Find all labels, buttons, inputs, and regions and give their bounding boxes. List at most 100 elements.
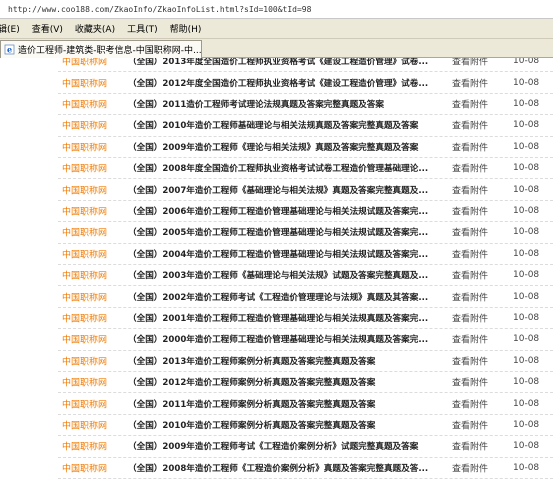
source-link[interactable]: 中国职称网	[62, 354, 124, 367]
address-bar[interactable]: http://www.coo188.com/ZkaoInfo/ZkaoInfoL…	[0, 0, 553, 19]
view-attachment-link[interactable]: 查看附件	[452, 76, 502, 89]
menu-view[interactable]: 查看(V)	[26, 22, 69, 35]
source-link[interactable]: 中国职称网	[62, 397, 124, 410]
item-title-link[interactable]: （全国）2004年造价工程师工程造价管理基础理论与相关法规试题及答案完...	[128, 248, 434, 260]
view-attachment-link[interactable]: 查看附件	[452, 418, 502, 431]
item-date: 10-08	[513, 98, 540, 109]
view-attachment-link[interactable]: 查看附件	[452, 290, 502, 303]
source-link[interactable]: 中国职称网	[62, 269, 124, 282]
source-link[interactable]: 中国职称网	[62, 226, 124, 239]
item-title-link[interactable]: （全国）2007年造价工程师《基础理论与相关法规》真题及答案完整真题及...	[128, 184, 434, 196]
list-item: 中国职称网 （全国）2011年造价工程师案例分析真题及答案完整真题及答案 查看附件 1…	[58, 393, 553, 415]
list-item: 中国职称网 （全国）2013年造价工程师案例分析真题及答案完整真题及答案 查看附件 1…	[58, 351, 553, 372]
source-link[interactable]: 中国职称网	[62, 58, 124, 68]
item-date: 10-08	[513, 419, 540, 430]
list-item: 中国职称网 （全国）2010年造价工程师案例分析真题及答案完整真题及答案 查看附件 1…	[58, 415, 553, 437]
item-date: 10-08	[513, 205, 540, 216]
list-item: 中国职称网 （全国）2011造价工程师考试理论法规真题及答案完整真题及答案 查看附件…	[58, 94, 553, 116]
item-date: 10-08	[513, 120, 540, 131]
source-link[interactable]: 中国职称网	[62, 76, 124, 89]
item-title-link[interactable]: （全国）2006年造价工程师工程造价管理基础理论与相关法规试题及答案完...	[128, 205, 434, 217]
source-link[interactable]: 中国职称网	[62, 247, 124, 260]
view-attachment-link[interactable]: 查看附件	[452, 119, 502, 132]
source-link[interactable]: 中国职称网	[62, 418, 124, 431]
list-item: 中国职称网 （全国）2010年造价工程师基础理论与相关法规真题及答案完整真题及答案…	[58, 115, 553, 137]
view-attachment-link[interactable]: 查看附件	[452, 204, 502, 217]
item-title-link[interactable]: （全国）2012年造价工程师案例分析真题及答案完整真题及答案	[128, 376, 434, 388]
item-title-link[interactable]: （全国）2011造价工程师考试理论法规真题及答案完整真题及答案	[128, 98, 434, 110]
item-title-link[interactable]: （全国）2005年造价工程师工程造价管理基础理论与相关法规试题及答案完...	[128, 226, 434, 238]
source-link[interactable]: 中国职称网	[62, 204, 124, 217]
view-attachment-link[interactable]: 查看附件	[452, 269, 502, 282]
item-title-link[interactable]: （全国）2013年造价工程师案例分析真题及答案完整真题及答案	[128, 355, 434, 367]
item-title-link[interactable]: （全国）2001年造价工程师工程造价管理基础理论与相关法规真题及答案完...	[128, 312, 434, 324]
item-date: 10-08	[513, 462, 540, 473]
source-link[interactable]: 中国职称网	[62, 97, 124, 110]
view-attachment-link[interactable]: 查看附件	[452, 140, 502, 153]
menu-bar: 辑(E) 查看(V) 收藏夹(A) 工具(T) 帮助(H)	[0, 19, 553, 39]
svg-text:e: e	[7, 45, 12, 55]
view-attachment-link[interactable]: 查看附件	[452, 461, 502, 474]
item-date: 10-08	[513, 163, 540, 174]
view-attachment-link[interactable]: 查看附件	[452, 247, 502, 260]
item-title-link[interactable]: （全国）2012年度全国造价工程师执业资格考试《建设工程造价管理》试卷...	[128, 77, 434, 89]
item-title-link[interactable]: （全国）2010年造价工程师案例分析真题及答案完整真题及答案	[128, 419, 434, 431]
list-item: 中国职称网 （全国）2000年造价工程师工程造价管理基础理论与相关法规真题及答案完…	[58, 329, 553, 351]
list-item: 中国职称网 （全国）2008年造价工程师《工程造价案例分析》真题及答案完整真题及答…	[58, 458, 553, 479]
item-title-link[interactable]: （全国）2008年造价工程师《工程造价案例分析》真题及答案完整真题及答...	[128, 462, 434, 474]
source-link[interactable]: 中国职称网	[62, 290, 124, 303]
source-link[interactable]: 中国职称网	[62, 376, 124, 389]
list-item: 中国职称网 （全国）2007年造价工程师《基础理论与相关法规》真题及答案完整真题及…	[58, 179, 553, 201]
item-title-link[interactable]: （全国）2009年造价工程师考试《工程造价案例分析》试题完整真题及答案	[128, 440, 434, 452]
item-date: 10-08	[513, 398, 540, 409]
source-link[interactable]: 中国职称网	[62, 333, 124, 346]
item-title-link[interactable]: （全国）2009年造价工程师《理论与相关法规》真题及答案完整真题及答案	[128, 141, 434, 153]
source-link[interactable]: 中国职称网	[62, 183, 124, 196]
item-date: 10-08	[513, 141, 540, 152]
view-attachment-link[interactable]: 查看附件	[452, 183, 502, 196]
ie-page-icon: e	[4, 45, 15, 55]
list-item: 中国职称网 （全国）2002年造价工程师考试《工程造价管理理论与法规》真题及其答案…	[58, 286, 553, 308]
source-link[interactable]: 中国职称网	[62, 311, 124, 324]
item-title-link[interactable]: （全国）2011年造价工程师案例分析真题及答案完整真题及答案	[128, 398, 434, 410]
list-item: 中国职称网 （全国）2013年度全国造价工程师执业资格考试《建设工程造价管理》试卷…	[58, 58, 553, 73]
menu-favorites[interactable]: 收藏夹(A)	[69, 22, 121, 35]
item-title-link[interactable]: （全国）2010年造价工程师基础理论与相关法规真题及答案完整真题及答案	[128, 119, 434, 131]
view-attachment-link[interactable]: 查看附件	[452, 97, 502, 110]
view-attachment-link[interactable]: 查看附件	[452, 311, 502, 324]
list-item: 中国职称网 （全国）2005年造价工程师工程造价管理基础理论与相关法规试题及答案完…	[58, 222, 553, 244]
item-title-link[interactable]: （全国）2002年造价工程师考试《工程造价管理理论与法规》真题及其答案...	[128, 291, 434, 303]
source-link[interactable]: 中国职称网	[62, 440, 124, 453]
item-date: 10-08	[513, 184, 540, 195]
item-title-link[interactable]: （全国）2003年造价工程师《基础理论与相关法规》试题及答案完整真题及...	[128, 269, 434, 281]
item-title-link[interactable]: （全国）2013年度全国造价工程师执业资格考试《建设工程造价管理》试卷...	[128, 58, 434, 67]
view-attachment-link[interactable]: 查看附件	[452, 354, 502, 367]
view-attachment-link[interactable]: 查看附件	[452, 58, 502, 68]
view-attachment-link[interactable]: 查看附件	[452, 397, 502, 410]
item-date: 10-08	[513, 77, 540, 88]
view-attachment-link[interactable]: 查看附件	[452, 440, 502, 453]
view-attachment-link[interactable]: 查看附件	[452, 376, 502, 389]
source-link[interactable]: 中国职称网	[62, 140, 124, 153]
menu-edit[interactable]: 辑(E)	[0, 22, 26, 35]
item-date: 10-08	[513, 270, 540, 281]
view-attachment-link[interactable]: 查看附件	[452, 226, 502, 239]
menu-help[interactable]: 帮助(H)	[164, 22, 208, 35]
item-date: 10-08	[513, 227, 540, 238]
list-item: 中国职称网 （全国）2009年造价工程师考试《工程造价案例分析》试题完整真题及答案…	[58, 436, 553, 458]
menu-tools[interactable]: 工具(T)	[121, 22, 164, 35]
view-attachment-link[interactable]: 查看附件	[452, 333, 502, 346]
list-item: 中国职称网 （全国）2001年造价工程师工程造价管理基础理论与相关法规真题及答案完…	[58, 308, 553, 330]
item-date: 10-08	[513, 441, 540, 452]
source-link[interactable]: 中国职称网	[62, 461, 124, 474]
view-attachment-link[interactable]: 查看附件	[452, 162, 502, 175]
item-date: 10-08	[513, 58, 540, 67]
tab-title: 造价工程师-建筑类-职考信息-中国职称网-中...	[18, 46, 201, 56]
item-date: 10-08	[513, 248, 540, 259]
source-link[interactable]: 中国职称网	[62, 119, 124, 132]
address-url[interactable]: http://www.coo188.com/ZkaoInfo/ZkaoInfoL…	[8, 5, 311, 14]
item-title-link[interactable]: （全国）2000年造价工程师工程造价管理基础理论与相关法规真题及答案完...	[128, 333, 434, 345]
item-title-link[interactable]: （全国）2008年度全国造价工程师执业资格考试试卷工程造价管理基础理论...	[128, 162, 434, 174]
tab-current-page[interactable]: e 造价工程师-建筑类-职考信息-中国职称网-中...	[0, 40, 202, 58]
source-link[interactable]: 中国职称网	[62, 162, 124, 175]
